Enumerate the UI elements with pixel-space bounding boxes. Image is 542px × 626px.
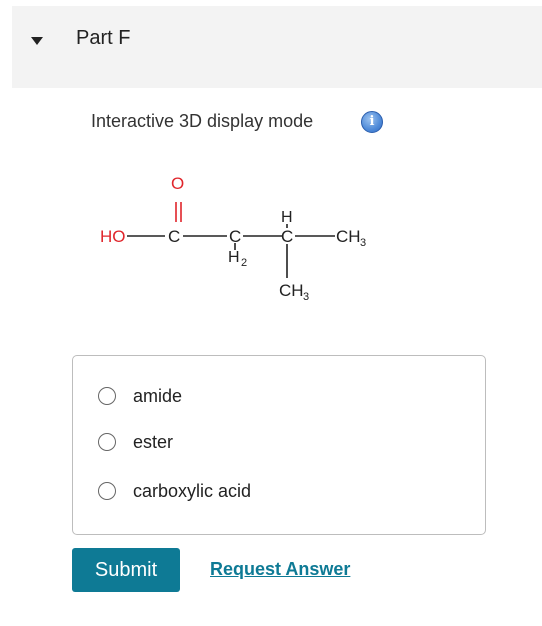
option-label: carboxylic acid (133, 480, 252, 501)
radio-amide[interactable] (98, 387, 116, 405)
option-amide[interactable]: amide (98, 384, 182, 408)
radio-ester[interactable] (98, 433, 116, 451)
ch3-right-subscript: 3 (360, 237, 366, 249)
option-carboxylic-acid[interactable]: carboxylic acid (98, 479, 251, 503)
h-label: H (281, 209, 293, 226)
caret-down-icon[interactable] (31, 37, 43, 45)
ch3-bottom-label: CH (279, 281, 304, 300)
h2-subscript: 2 (241, 257, 247, 269)
option-label: ester (133, 431, 174, 452)
h2-label: H (228, 249, 240, 266)
carbon-1-label: C (168, 227, 180, 246)
info-icon[interactable]: i (361, 111, 383, 133)
request-answer-link[interactable]: Request Answer (210, 559, 350, 580)
display-mode-label: Interactive 3D display mode (91, 111, 314, 131)
ch3-bottom-subscript: 3 (303, 291, 309, 303)
radio-carboxylic-acid[interactable] (98, 482, 116, 500)
option-label: amide (133, 385, 183, 406)
molecule-structure[interactable]: HO C O C H 2 H C CH 3 CH 3 (90, 165, 390, 315)
submit-button[interactable]: Submit (72, 548, 180, 592)
part-title: Part F (76, 27, 131, 49)
hydroxyl-label: HO (100, 227, 126, 246)
carbon-3-label: C (281, 227, 293, 246)
answer-options: amide ester carboxylic acid (72, 355, 486, 535)
option-ester[interactable]: ester (98, 430, 173, 454)
ch3-right-label: CH (336, 227, 361, 246)
carbonyl-oxygen-label: O (171, 174, 184, 193)
